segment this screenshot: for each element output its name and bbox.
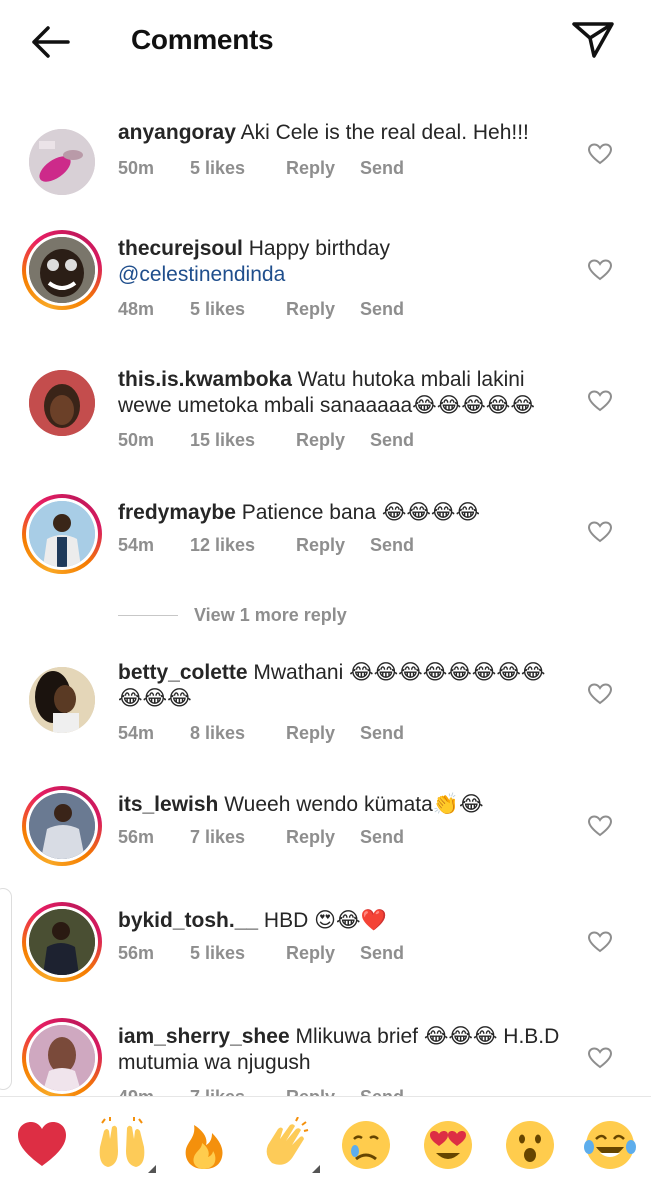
comment-meta: 50m 15 likes Reply Send: [118, 430, 414, 451]
mention-link[interactable]: @celestinendinda: [118, 263, 285, 286]
comment-time: 56m: [118, 827, 155, 847]
reply-button[interactable]: Reply: [286, 158, 360, 179]
comment-meta: 50m 5 likes Reply Send: [118, 158, 404, 179]
send-button[interactable]: Send: [370, 535, 414, 556]
send-button[interactable]: Send: [360, 299, 404, 320]
tears-of-joy-reaction-icon[interactable]: [582, 1117, 638, 1173]
fire-reaction-icon[interactable]: [176, 1117, 232, 1173]
comment-likes[interactable]: 7 likes: [190, 827, 286, 848]
reply-button[interactable]: Reply: [286, 1087, 360, 1096]
comment-time: 54m: [118, 723, 155, 743]
comment-username[interactable]: betty_colette: [118, 661, 248, 684]
send-button[interactable]: Send: [370, 430, 414, 451]
reply-button[interactable]: Reply: [286, 827, 360, 848]
direct-send-icon[interactable]: [570, 18, 616, 62]
comment-meta: 49m 7 likes Reply Send: [118, 1087, 404, 1096]
comment-username[interactable]: anyangoray: [118, 121, 236, 144]
comment-time: 54m: [118, 535, 155, 555]
reply-button[interactable]: Reply: [296, 430, 370, 451]
corner-indicator: [312, 1165, 320, 1173]
side-panel-handle[interactable]: [0, 888, 12, 1090]
heart-eyes-reaction-icon[interactable]: [420, 1117, 476, 1173]
view-more-label: View 1 more reply: [194, 604, 347, 625]
like-heart-icon[interactable]: [587, 814, 613, 838]
comment-meta: 54m 8 likes Reply Send: [118, 723, 404, 744]
corner-indicator: [148, 1165, 156, 1173]
comment-time: 50m: [118, 430, 155, 450]
comment-meta: 56m 7 likes Reply Send: [118, 827, 404, 848]
send-button[interactable]: Send: [360, 943, 404, 964]
comment-meta: 54m 12 likes Reply Send: [118, 535, 414, 556]
comment-likes[interactable]: 5 likes: [190, 299, 286, 320]
avatar[interactable]: [22, 230, 102, 310]
comment-likes[interactable]: 12 likes: [190, 535, 296, 556]
raising-hands-reaction-icon[interactable]: [94, 1117, 156, 1173]
avatar[interactable]: [22, 1018, 102, 1096]
heart-reaction-icon[interactable]: [14, 1117, 70, 1173]
like-heart-icon[interactable]: [587, 142, 613, 166]
send-button[interactable]: Send: [360, 723, 404, 744]
comment-time: 56m: [118, 943, 155, 963]
comment-meta: 56m 5 likes Reply Send: [118, 943, 404, 964]
divider: [118, 614, 178, 616]
avatar[interactable]: [22, 494, 102, 574]
reply-button[interactable]: Reply: [286, 943, 360, 964]
comment-likes[interactable]: 15 likes: [190, 430, 296, 451]
emoji-reaction-bar: [0, 1096, 651, 1194]
comment-time: 50m: [118, 158, 155, 178]
back-arrow-icon[interactable]: [26, 20, 74, 64]
view-more-replies[interactable]: View 1 more reply: [118, 602, 347, 628]
send-button[interactable]: Send: [360, 1087, 404, 1096]
comment-text: Patience bana 😂😂😂😂: [241, 501, 480, 524]
comment-likes[interactable]: 5 likes: [190, 943, 286, 964]
avatar[interactable]: [22, 363, 102, 443]
comment-username[interactable]: this.is.kwamboka: [118, 368, 292, 391]
send-button[interactable]: Send: [360, 827, 404, 848]
avatar[interactable]: [22, 902, 102, 982]
comment-text: HBD 😍😂❤️: [263, 909, 387, 932]
comment-username[interactable]: its_lewish: [118, 793, 218, 816]
comment-username[interactable]: bykid_tosh.__: [118, 909, 258, 932]
comment-meta: 48m 5 likes Reply Send: [118, 299, 404, 320]
comments-list[interactable]: anyangoray Aki Cele is the real deal. He…: [0, 84, 651, 1096]
like-heart-icon[interactable]: [587, 682, 613, 706]
comment-username[interactable]: thecurejsoul: [118, 237, 243, 260]
header: Comments: [0, 0, 651, 84]
avatar[interactable]: [22, 122, 102, 202]
send-button[interactable]: Send: [360, 158, 404, 179]
comment-time: 48m: [118, 299, 155, 319]
comment-username[interactable]: iam_sherry_shee: [118, 1025, 290, 1048]
comment-text: Happy birthday: [248, 237, 390, 260]
comment-text: Wueeh wendo kümata👏😂: [224, 793, 484, 816]
avatar[interactable]: [22, 660, 102, 740]
like-heart-icon[interactable]: [587, 520, 613, 544]
comment-time: 49m: [118, 1087, 190, 1096]
clapping-hands-reaction-icon[interactable]: [258, 1116, 320, 1173]
reply-button[interactable]: Reply: [286, 723, 360, 744]
comment-username[interactable]: fredymaybe: [118, 501, 236, 524]
surprised-face-reaction-icon[interactable]: [502, 1117, 558, 1173]
like-heart-icon[interactable]: [587, 258, 613, 282]
like-heart-icon[interactable]: [587, 930, 613, 954]
crying-face-reaction-icon[interactable]: [338, 1117, 394, 1173]
reply-button[interactable]: Reply: [286, 299, 360, 320]
like-heart-icon[interactable]: [587, 1046, 613, 1070]
comment-likes[interactable]: 7 likes: [190, 1087, 286, 1096]
avatar[interactable]: [22, 786, 102, 866]
reply-button[interactable]: Reply: [296, 535, 370, 556]
comment-likes[interactable]: 5 likes: [190, 158, 286, 179]
comment-likes[interactable]: 8 likes: [190, 723, 286, 744]
page-title: Comments: [131, 24, 274, 55]
like-heart-icon[interactable]: [587, 389, 613, 413]
comment-text: Aki Cele is the real deal. Heh!!!: [240, 121, 529, 144]
